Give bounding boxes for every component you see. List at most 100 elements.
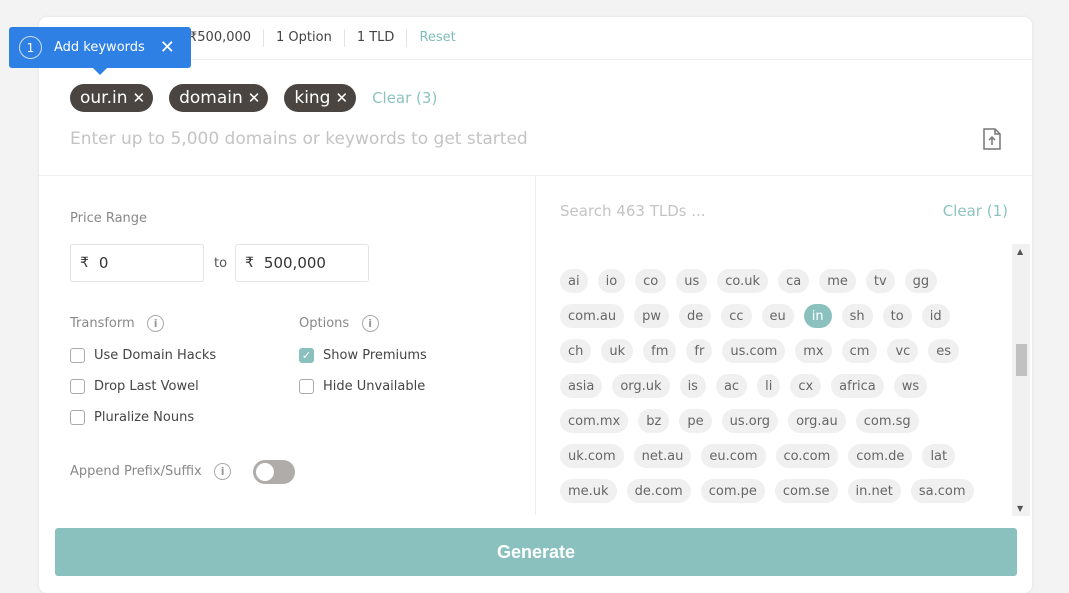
settings-area: Price Range ₹0 to ₹500,000 Transform i O… — [39, 175, 1032, 516]
tld-chip-ai[interactable]: ai — [560, 269, 588, 293]
tld-chip-de[interactable]: de — [679, 304, 712, 328]
tld-chip-pw[interactable]: pw — [634, 304, 669, 328]
checkbox-icon — [70, 379, 85, 394]
tld-chip-bz[interactable]: bz — [638, 409, 670, 433]
tld-chip-com-sg[interactable]: com.sg — [855, 409, 919, 433]
tld-chip-net-au[interactable]: net.au — [633, 444, 692, 468]
keyword-chip: king ✕ — [284, 84, 357, 112]
checkbox-use-domain-hacks[interactable]: Use Domain Hacks — [70, 348, 216, 363]
tld-chip-me[interactable]: me — [819, 269, 856, 293]
tld-chip-gg[interactable]: gg — [904, 269, 938, 293]
tld-chip-eu[interactable]: eu — [761, 304, 794, 328]
transform-label: Transform i — [70, 315, 165, 332]
clear-keywords-link[interactable]: Clear (3) — [372, 89, 437, 107]
tld-chip-me-uk[interactable]: me.uk — [560, 479, 617, 503]
tld-chip-com-de[interactable]: com.de — [848, 444, 913, 468]
tld-chip-in-net[interactable]: in.net — [847, 479, 901, 503]
tld-chip-us-org[interactable]: us.org — [721, 409, 779, 433]
tld-chip-eu-com[interactable]: eu.com — [701, 444, 766, 468]
tld-chip-com-au[interactable]: com.au — [560, 304, 625, 328]
tld-chip-in[interactable]: in — [803, 304, 832, 328]
tld-chip-tv[interactable]: tv — [865, 269, 895, 293]
tld-chip-com-pe[interactable]: com.pe — [700, 479, 765, 503]
tld-chip-es[interactable]: es — [928, 339, 960, 363]
tooltip-label: Add keywords — [54, 40, 145, 55]
upload-file-icon[interactable] — [983, 128, 1001, 150]
tld-chip-ac[interactable]: ac — [715, 374, 748, 398]
info-icon[interactable]: i — [147, 315, 165, 332]
tld-chip-africa[interactable]: africa — [831, 374, 884, 398]
transform-title: Transform — [70, 316, 135, 331]
generator-card: ₹500,000 1 Option 1 TLD Reset our.in ✕ do… — [39, 17, 1032, 593]
tld-chip-lat[interactable]: lat — [922, 444, 956, 468]
price-max-value: 500,000 — [263, 254, 326, 272]
scroll-up-icon[interactable]: ▲ — [1017, 247, 1023, 256]
tld-chip-ch[interactable]: ch — [560, 339, 592, 363]
tld-chip-mx[interactable]: mx — [795, 339, 832, 363]
tld-chip-org-uk[interactable]: org.uk — [612, 374, 670, 398]
reset-link[interactable]: Reset — [406, 29, 467, 47]
checkmark-icon: ✓ — [299, 348, 314, 363]
scrollbar-thumb[interactable] — [1016, 344, 1027, 376]
tld-chip-co-com[interactable]: co.com — [775, 444, 839, 468]
tld-chip-com-mx[interactable]: com.mx — [560, 409, 629, 433]
tld-chip-us-com[interactable]: us.com — [722, 339, 786, 363]
tld-chip-cx[interactable]: cx — [790, 374, 822, 398]
tld-chip-us[interactable]: us — [676, 269, 708, 293]
tld-chip-fr[interactable]: fr — [686, 339, 713, 363]
tld-chip-co[interactable]: co — [635, 269, 667, 293]
tld-chip-uk[interactable]: uk — [601, 339, 634, 363]
scroll-down-icon[interactable]: ▼ — [1017, 504, 1023, 513]
info-icon[interactable]: i — [361, 315, 379, 332]
remove-icon[interactable]: ✕ — [133, 89, 146, 107]
append-toggle[interactable] — [253, 460, 295, 484]
info-icon[interactable]: i — [214, 463, 232, 480]
checkbox-label: Show Premiums — [323, 348, 427, 363]
checkbox-icon — [70, 410, 85, 425]
keyword-label: our.in — [80, 88, 128, 108]
to-label: to — [214, 256, 228, 271]
checkbox-hide-unavailable[interactable]: Hide Unvailable — [299, 379, 425, 394]
tld-chip-ws[interactable]: ws — [893, 374, 928, 398]
checkbox-show-premiums[interactable]: ✓ Show Premiums — [299, 348, 427, 363]
tld-chip-org-au[interactable]: org.au — [788, 409, 846, 433]
tld-chip-sh[interactable]: sh — [841, 304, 873, 328]
tld-chip-to[interactable]: to — [882, 304, 912, 328]
tld-chip-li[interactable]: li — [757, 374, 781, 398]
generate-button[interactable]: Generate — [55, 528, 1017, 576]
keyword-chip: domain ✕ — [169, 84, 269, 112]
append-label: Append Prefix/Suffix i — [70, 463, 232, 480]
tld-chip-io[interactable]: io — [597, 269, 626, 293]
checkbox-pluralize-nouns[interactable]: Pluralize Nouns — [70, 410, 194, 425]
tld-search-input[interactable]: Search 463 TLDs ... — [560, 202, 706, 220]
keyword-input[interactable]: Enter up to 5,000 domains or keywords to… — [70, 129, 528, 149]
tld-chip-uk-com[interactable]: uk.com — [560, 444, 624, 468]
tld-chip-is[interactable]: is — [679, 374, 706, 398]
tld-chip-cm[interactable]: cm — [841, 339, 878, 363]
tld-chip-pe[interactable]: pe — [679, 409, 712, 433]
remove-icon[interactable]: ✕ — [248, 89, 261, 107]
filters-panel: Price Range ₹0 to ₹500,000 Transform i O… — [39, 176, 536, 515]
clear-tlds-link[interactable]: Clear (1) — [943, 202, 1008, 220]
keyword-chips: our.in ✕ domain ✕ king ✕ Clear (3) — [70, 84, 437, 112]
tld-chip-ca[interactable]: ca — [778, 269, 810, 293]
price-min-input[interactable]: ₹0 — [70, 244, 204, 282]
tld-scrollbar[interactable]: ▲ ▼ — [1012, 244, 1030, 516]
checkbox-drop-last-vowel[interactable]: Drop Last Vowel — [70, 379, 199, 394]
price-max-input[interactable]: ₹500,000 — [235, 244, 369, 282]
tld-chip-de-com[interactable]: de.com — [626, 479, 691, 503]
tld-chip-cc[interactable]: cc — [721, 304, 752, 328]
tld-chip-fm[interactable]: fm — [643, 339, 677, 363]
tld-chip-vc[interactable]: vc — [887, 339, 919, 363]
price-range-label: Price Range — [70, 211, 148, 226]
tld-chip-co-uk[interactable]: co.uk — [717, 269, 769, 293]
remove-icon[interactable]: ✕ — [335, 89, 348, 107]
tld-chip-id[interactable]: id — [921, 304, 950, 328]
tld-chip-com-se[interactable]: com.se — [774, 479, 838, 503]
tld-chip-sa-com[interactable]: sa.com — [910, 479, 974, 503]
close-icon[interactable]: ✕ — [160, 37, 175, 58]
summary-options: 1 Option — [263, 29, 344, 47]
tld-chip-asia[interactable]: asia — [560, 374, 603, 398]
tld-panel: Search 463 TLDs ... Clear (1) ai io co us co… — [537, 176, 1032, 516]
tld-list: ai io co us co.uk ca me tv gg com.au pw de cc eu in sh t… — [560, 259, 990, 516]
